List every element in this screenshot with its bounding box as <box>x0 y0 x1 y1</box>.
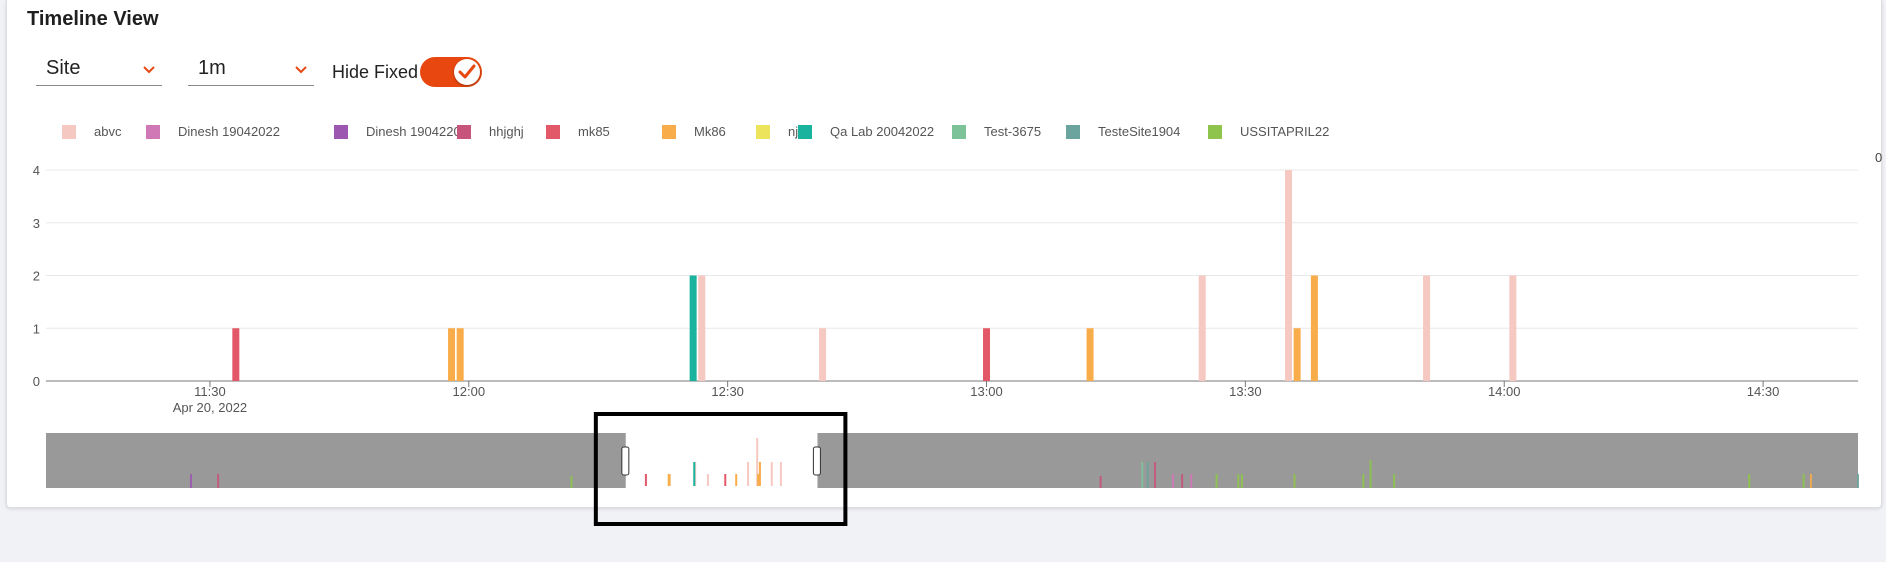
navigator-overview-mark <box>570 476 573 488</box>
navigator-bar <box>644 474 647 486</box>
navigator-overview-mark <box>1857 474 1859 488</box>
navigator-mask-right <box>817 433 1858 488</box>
navigator-overview-mark <box>1190 474 1193 488</box>
timeline-navigator[interactable] <box>0 0 1886 562</box>
navigator-overview-mark <box>1146 462 1149 488</box>
navigator-overview-mark <box>1181 474 1184 488</box>
navigator-overview-mark <box>1141 462 1144 488</box>
navigator-bar <box>779 462 782 486</box>
navigator-mask-left <box>46 433 626 488</box>
navigator-bar <box>706 474 709 486</box>
navigator-overview-mark <box>217 474 220 488</box>
navigator-selected-range[interactable] <box>625 433 818 488</box>
navigator-bar <box>758 462 761 486</box>
navigator-overview-mark <box>1240 474 1243 488</box>
navigator-overview-mark <box>1237 474 1240 488</box>
navigator-overview-mark <box>1215 474 1218 488</box>
navigator-bar <box>770 462 773 486</box>
navigator-bar <box>724 474 727 486</box>
navigator-overview-mark <box>1393 474 1396 488</box>
navigator-overview-mark <box>1802 474 1805 488</box>
navigator-handle-left[interactable] <box>621 446 630 476</box>
navigator-bar <box>747 462 750 486</box>
navigator-overview-mark <box>1809 474 1812 488</box>
navigator-overview-mark <box>1293 474 1296 488</box>
navigator-overview-mark <box>1099 476 1102 488</box>
navigator-overview-mark <box>189 474 192 488</box>
navigator-bar <box>668 474 671 486</box>
navigator-bar <box>735 474 738 486</box>
navigator-overview-mark <box>1172 474 1175 488</box>
navigator-bar <box>757 474 760 486</box>
navigator-bar <box>693 462 696 486</box>
navigator-handle-right[interactable] <box>812 446 821 476</box>
navigator-overview-mark <box>1748 474 1751 488</box>
navigator-overview-mark <box>1153 462 1156 488</box>
navigator-overview-mark <box>1362 474 1365 488</box>
navigator-overview-mark <box>1369 460 1372 488</box>
